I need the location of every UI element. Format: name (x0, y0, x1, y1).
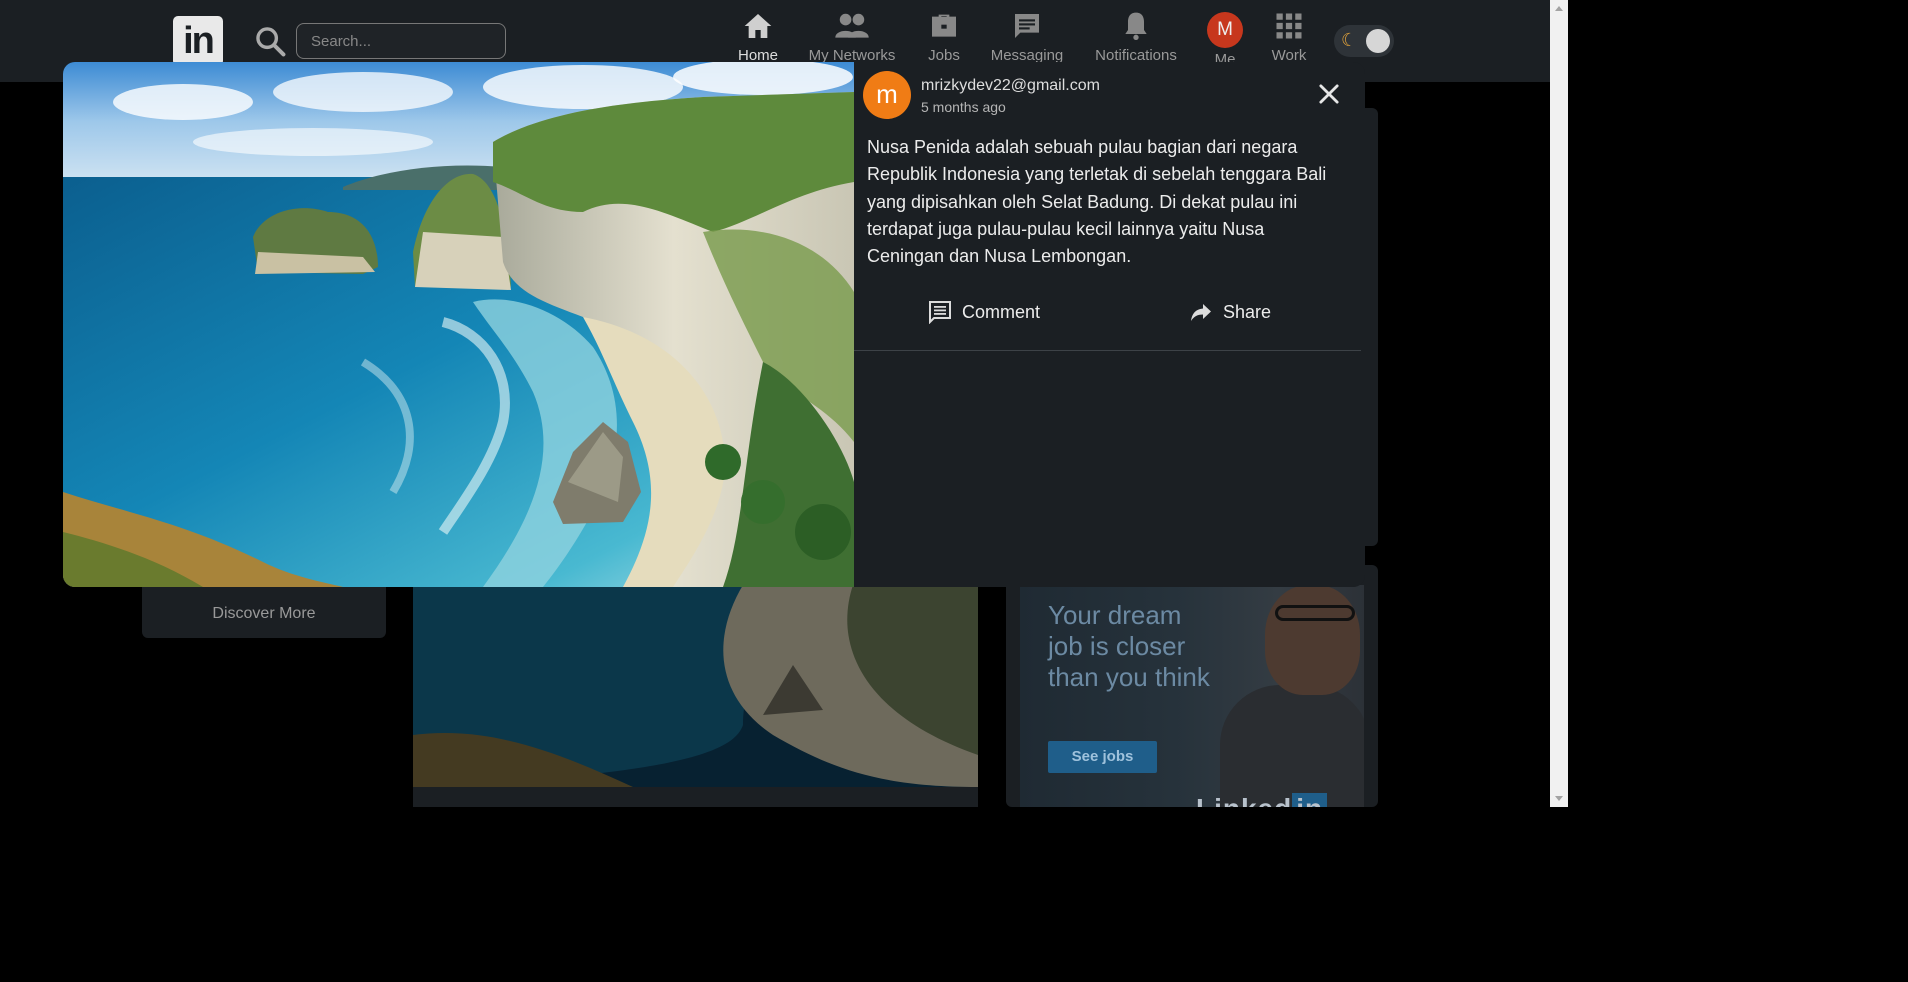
theme-toggle[interactable]: ☾ (1334, 25, 1394, 57)
ad-person-body (1220, 685, 1364, 807)
job-ad-card[interactable]: Your dream job is closer than you think … (1006, 565, 1378, 807)
share-icon (1191, 304, 1211, 321)
share-label: Share (1223, 301, 1272, 322)
divider (854, 350, 1361, 351)
moon-icon: ☾ (1341, 30, 1358, 51)
post-timestamp: 5 months ago (921, 99, 1006, 115)
briefcase-icon (932, 14, 956, 37)
search-icon[interactable] (253, 24, 287, 58)
author-name[interactable]: mrizkydev22@gmail.com (921, 77, 1100, 95)
scroll-down-arrow-icon[interactable] (1555, 796, 1563, 801)
linkedin-ad-logo: Linkedin (1196, 793, 1328, 807)
post-image (63, 62, 854, 587)
nav-messaging[interactable]: Messaging (972, 10, 1082, 70)
post-details-panel: m mrizkydev22@gmail.com 5 months ago Nus… (854, 62, 1365, 587)
ad-person-head (1265, 585, 1360, 695)
comment-label: Comment (962, 301, 1041, 322)
bell-icon (1125, 12, 1147, 40)
search-input[interactable] (296, 23, 506, 59)
see-jobs-button[interactable]: See jobs (1048, 741, 1157, 773)
scroll-up-arrow-icon[interactable] (1555, 6, 1563, 11)
comment-button[interactable]: Comment (928, 296, 1040, 328)
close-icon[interactable] (1315, 80, 1343, 108)
feed-post-image[interactable] (413, 585, 978, 787)
nav-work[interactable]: Work (1234, 10, 1344, 70)
people-icon (835, 13, 869, 38)
share-button[interactable]: Share (1189, 296, 1271, 328)
message-icon (1015, 14, 1039, 38)
comment-icon (929, 301, 951, 324)
discover-more-button[interactable]: Discover More (142, 585, 386, 638)
home-icon (744, 14, 772, 38)
ad-glasses (1275, 605, 1355, 621)
page-scrollbar[interactable] (1550, 0, 1568, 807)
post-text: Nusa Penida adalah sebuah pulau bagian d… (867, 137, 1327, 267)
feed-post-footer (413, 787, 978, 807)
post-detail-modal: m mrizkydev22@gmail.com 5 months ago Nus… (63, 62, 1365, 587)
grid-icon (1276, 13, 1302, 39)
linkedin-logo[interactable]: in (173, 16, 223, 66)
ad-headline: Your dream job is closer than you think (1048, 600, 1210, 692)
toggle-knob (1366, 29, 1390, 53)
author-avatar[interactable]: m (863, 71, 911, 119)
